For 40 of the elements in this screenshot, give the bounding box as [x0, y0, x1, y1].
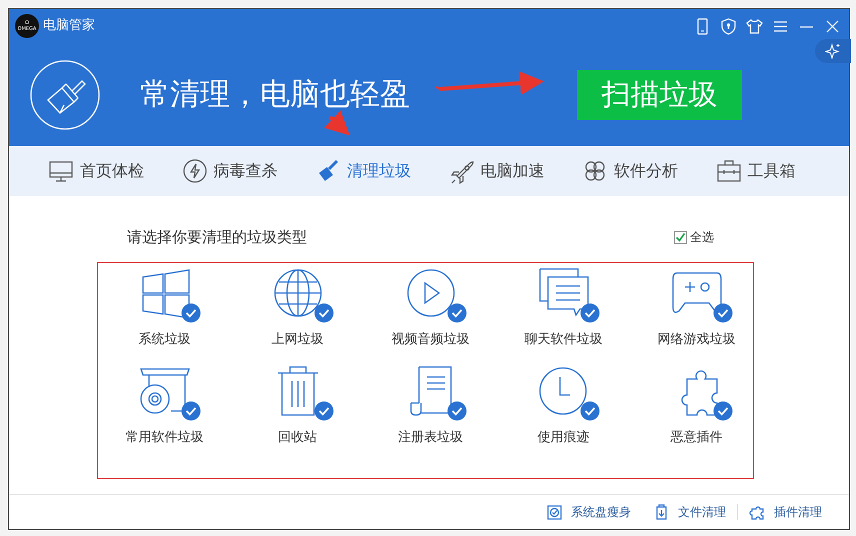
nav-tab[interactable]: 病毒查杀 — [182, 146, 315, 196]
footer-link[interactable]: 文件清理 — [642, 503, 737, 521]
checkmark-icon[interactable] — [712, 401, 732, 421]
category-tile[interactable]: 使用痕迹 — [497, 363, 630, 448]
select-all-checkbox[interactable]: 全选 — [674, 228, 714, 246]
category-tile[interactable]: 上网垃圾 — [231, 264, 364, 349]
nav-tab[interactable]: 清理垃圾 — [315, 146, 448, 196]
broom-icon — [30, 60, 100, 130]
category-tile[interactable]: 注册表垃圾 — [364, 363, 497, 448]
category-tile[interactable]: 聊天软件垃圾 — [497, 264, 630, 349]
checkmark-icon[interactable] — [180, 302, 200, 322]
category-tile[interactable]: 系统垃圾 — [98, 264, 231, 349]
toolbox-icon — [716, 158, 742, 184]
checkmark-icon[interactable] — [180, 401, 200, 421]
category-tile[interactable]: 视频音频垃圾 — [364, 264, 497, 349]
nav-tab[interactable]: 首页体检 — [48, 146, 182, 196]
category-tile[interactable]: 常用软件垃圾 — [98, 363, 231, 448]
checkmark-icon[interactable] — [580, 401, 600, 421]
checkmark-icon[interactable] — [314, 401, 334, 421]
checkmark-icon[interactable] — [446, 302, 466, 322]
category-tile[interactable]: 网络游戏垃圾 — [630, 264, 763, 349]
checkmark-icon[interactable] — [314, 302, 334, 322]
nav-tab[interactable]: 软件分析 — [582, 146, 716, 196]
lightning-icon — [182, 158, 208, 184]
footer-link[interactable]: 系统盘瘦身 — [535, 503, 642, 521]
nav-tab[interactable]: 工具箱 — [716, 146, 849, 196]
checkmark-icon[interactable] — [580, 302, 600, 322]
checkbox-icon[interactable] — [674, 230, 687, 244]
footer-link[interactable]: 插件清理 — [738, 503, 833, 521]
checkmark-icon[interactable] — [712, 302, 732, 322]
sparkle-icon[interactable] — [815, 39, 851, 63]
checkmark-icon[interactable] — [446, 401, 466, 421]
annotation-arrow — [324, 110, 350, 136]
window-title: 电脑管家 — [43, 17, 95, 36]
nav-tab[interactable]: 电脑加速 — [448, 146, 582, 196]
slogan: 常清理，电脑也轻盈 — [140, 78, 410, 111]
category-tile[interactable]: 回收站 — [231, 363, 364, 448]
section-heading: 请选择你要清理的垃圾类型 — [127, 227, 307, 248]
puzzle-icon — [749, 504, 766, 520]
category-tile[interactable]: 恶意插件 — [630, 363, 763, 448]
